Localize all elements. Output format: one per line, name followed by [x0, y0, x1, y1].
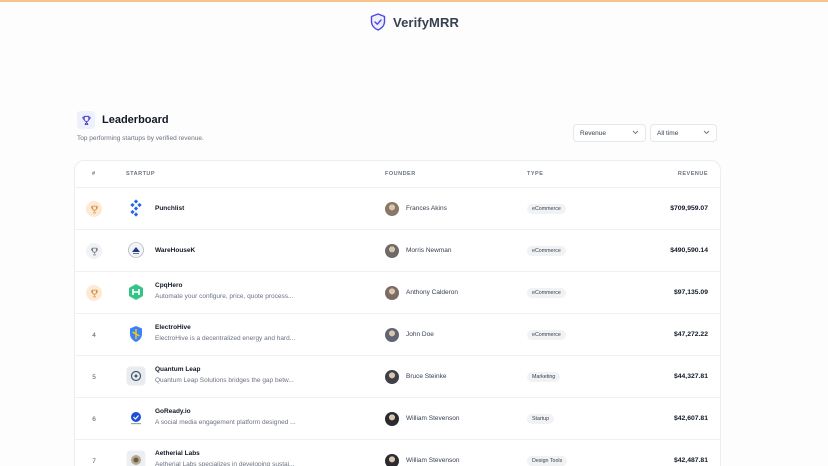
- revenue-value: $44,327.81: [673, 373, 708, 380]
- founder-avatar[interactable]: [385, 454, 399, 466]
- startup-description: ElectroHive is a decentralized energy an…: [155, 335, 296, 342]
- founder-avatar[interactable]: [385, 286, 399, 300]
- revenue-value: $42,607.81: [673, 415, 708, 422]
- metric-select-value: Revenue: [580, 129, 607, 137]
- type-badge: Design Tools: [527, 456, 568, 466]
- header-rank: #: [92, 171, 96, 177]
- startup-description: Automate your configure, price, quote pr…: [155, 293, 294, 300]
- founder-name[interactable]: Bruce Steinke: [406, 373, 446, 380]
- startup-description: Quantum Leap Solutions bridges the gap b…: [155, 377, 294, 384]
- founder-name[interactable]: John Doe: [406, 331, 434, 338]
- type-badge: eCommerce: [527, 204, 566, 214]
- founder-name[interactable]: William Stevenson: [406, 457, 459, 464]
- table-row[interactable]: WareHouseK Morris Newman eCommerce $490,…: [75, 230, 720, 272]
- founder-avatar[interactable]: [385, 202, 399, 216]
- type-badge: Startup: [527, 414, 555, 424]
- type-badge: eCommerce: [527, 288, 566, 298]
- type-badge: Marketing: [527, 372, 561, 382]
- medal-gold-icon: [86, 201, 102, 217]
- startup-name[interactable]: Punchlist: [155, 205, 184, 212]
- table-row[interactable]: 5 Quantum Leap Quantum Leap Solutions br…: [75, 356, 720, 398]
- brand-header[interactable]: VerifyMRR: [0, 12, 828, 32]
- brand-name: VerifyMRR: [393, 14, 459, 30]
- table-row[interactable]: 7 Aetherial Labs Aetherial Labs speciali…: [75, 440, 720, 466]
- table-row[interactable]: 4 ElectroHive ElectroHive is a decentral…: [75, 314, 720, 356]
- medal-silver-icon: [86, 243, 102, 259]
- rank-number: 7: [92, 457, 96, 465]
- table-row[interactable]: Punchlist Frances Akins eCommerce $709,9…: [75, 188, 720, 230]
- medal-bronze-icon: [86, 285, 102, 301]
- founder-avatar[interactable]: [385, 244, 399, 258]
- rank-number: 5: [92, 373, 96, 381]
- startup-logo-icon[interactable]: [126, 408, 146, 428]
- revenue-value: $97,135.09: [673, 289, 708, 296]
- startup-description: A social media engagement platform desig…: [155, 419, 296, 426]
- rank-number: 4: [92, 331, 96, 339]
- startup-name[interactable]: ElectroHive: [155, 324, 191, 331]
- top-accent-bar: [0, 0, 828, 2]
- shield-check-icon: [369, 12, 387, 32]
- startup-logo-icon[interactable]: [126, 324, 146, 344]
- type-badge: eCommerce: [527, 246, 566, 256]
- startup-logo-icon[interactable]: [126, 366, 146, 386]
- founder-avatar[interactable]: [385, 370, 399, 384]
- table-row[interactable]: CpqHero Automate your configure, price, …: [75, 272, 720, 314]
- type-badge: eCommerce: [527, 330, 566, 340]
- founder-avatar[interactable]: [385, 412, 399, 426]
- revenue-value: $47,272.22: [673, 331, 708, 338]
- chevron-down-icon: [703, 130, 710, 137]
- startup-name[interactable]: CpqHero: [155, 282, 182, 289]
- founder-name[interactable]: William Stevenson: [406, 415, 459, 422]
- period-select[interactable]: All time: [650, 124, 717, 142]
- startup-name[interactable]: GoReady.io: [155, 408, 191, 415]
- startup-description: Aetherial Labs specializes in developing…: [155, 461, 295, 466]
- header-revenue[interactable]: REVENUE: [678, 171, 708, 177]
- startup-name[interactable]: Aetherial Labs: [155, 450, 200, 457]
- page-title: Leaderboard: [102, 114, 169, 126]
- leaderboard-table: # STARTUP FOUNDER TYPE REVENUE Punchlist…: [74, 160, 721, 466]
- founder-avatar[interactable]: [385, 328, 399, 342]
- revenue-value: $490,590.14: [670, 247, 708, 254]
- chevron-down-icon: [632, 130, 639, 137]
- founder-name[interactable]: Anthony Calderon: [406, 289, 458, 296]
- table-header-row: # STARTUP FOUNDER TYPE REVENUE: [75, 161, 720, 188]
- header-founder[interactable]: FOUNDER: [385, 171, 416, 177]
- leaderboard-header: Leaderboard: [77, 111, 169, 129]
- page-subtitle: Top performing startups by verified reve…: [77, 135, 204, 142]
- startup-logo-icon[interactable]: [126, 282, 146, 302]
- metric-select[interactable]: Revenue: [573, 124, 646, 142]
- rank-number: 6: [92, 415, 96, 423]
- trophy-icon: [77, 111, 95, 129]
- startup-logo-icon[interactable]: [126, 240, 146, 260]
- table-row[interactable]: 6 GoReady.io A social media engagement p…: [75, 398, 720, 440]
- founder-name[interactable]: Morris Newman: [406, 247, 452, 254]
- startup-logo-icon[interactable]: [126, 198, 146, 218]
- startup-logo-icon[interactable]: [126, 450, 146, 466]
- revenue-value: $42,487.81: [673, 457, 708, 464]
- startup-name[interactable]: Quantum Leap: [155, 366, 201, 373]
- header-startup[interactable]: STARTUP: [126, 171, 155, 177]
- header-type[interactable]: TYPE: [527, 171, 543, 177]
- startup-name[interactable]: WareHouseK: [155, 247, 195, 254]
- period-select-value: All time: [657, 129, 679, 137]
- revenue-value: $709,959.07: [670, 205, 708, 212]
- founder-name[interactable]: Frances Akins: [406, 205, 447, 212]
